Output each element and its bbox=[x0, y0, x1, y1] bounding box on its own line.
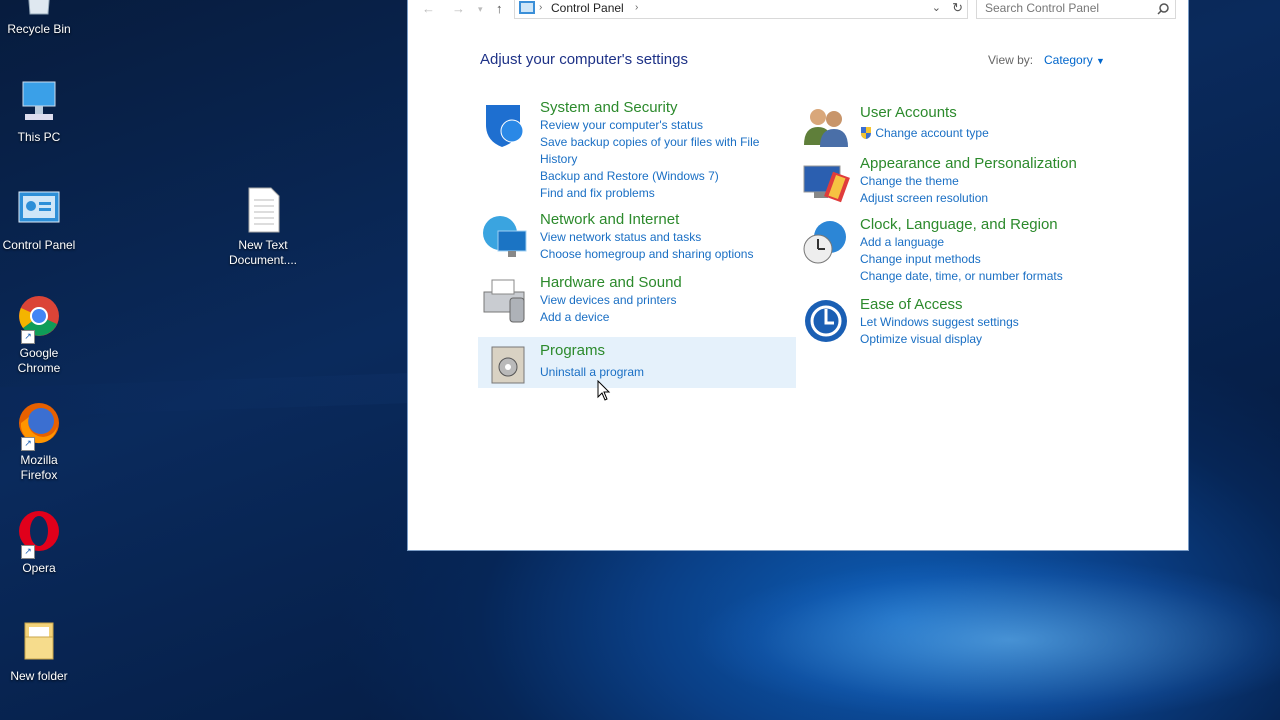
recycle-bin-icon bbox=[15, 0, 63, 18]
breadcrumb-chevron-icon[interactable]: › bbox=[635, 2, 638, 13]
desktop-icon-control-panel[interactable]: Control Panel bbox=[1, 186, 77, 253]
view-by-dropdown[interactable]: Category ▼ bbox=[1044, 53, 1105, 67]
category-title[interactable]: Appearance and Personalization bbox=[860, 154, 1120, 173]
desktop-icon-label: Mozilla Firefox bbox=[20, 453, 58, 482]
category-link[interactable]: Change input methods bbox=[860, 251, 1120, 268]
programs-icon bbox=[488, 341, 536, 389]
uac-shield-icon bbox=[861, 127, 871, 139]
view-by-value: Category bbox=[1044, 53, 1093, 67]
shortcut-arrow-icon: ↗ bbox=[21, 437, 35, 451]
category-link[interactable]: View network status and tasks bbox=[540, 229, 790, 246]
chevron-down-icon: ▼ bbox=[1096, 56, 1105, 66]
desktop-icon-label: Google Chrome bbox=[17, 346, 61, 375]
control-panel-small-icon bbox=[519, 1, 535, 14]
recent-locations-chevron-icon[interactable]: ▾ bbox=[478, 4, 483, 15]
opera-icon: ↗ bbox=[15, 509, 63, 559]
search-icon[interactable] bbox=[1157, 3, 1169, 15]
category-link[interactable]: Add a device bbox=[540, 309, 780, 326]
category-title[interactable]: Clock, Language, and Region bbox=[860, 215, 1120, 234]
category-title[interactable]: System and Security bbox=[540, 98, 780, 117]
firefox-icon: ↗ bbox=[15, 401, 63, 451]
desktop-icon-this-pc[interactable]: This PC bbox=[1, 78, 77, 145]
desktop-icon-label: Recycle Bin bbox=[7, 22, 71, 36]
view-by-label: View by: bbox=[988, 53, 1034, 67]
desktop-icon-new-text-document[interactable]: New Text Document.... bbox=[225, 186, 301, 268]
computer-icon bbox=[15, 78, 63, 126]
forward-arrow-icon[interactable]: → bbox=[452, 1, 465, 16]
category-link[interactable]: Add a language bbox=[860, 234, 1120, 251]
breadcrumb[interactable]: › Control Panel › ⌄ ↻ bbox=[514, 0, 968, 19]
category-link[interactable]: Change account type bbox=[875, 126, 988, 140]
category-link[interactable]: Save backup copies of your files with Fi… bbox=[540, 134, 770, 168]
category-title[interactable]: User Accounts bbox=[860, 103, 1120, 122]
back-arrow-icon[interactable]: ← bbox=[422, 1, 435, 16]
category-link[interactable]: Backup and Restore (Windows 7) bbox=[540, 168, 780, 185]
category-link[interactable]: Uninstall a program bbox=[540, 364, 780, 381]
text-document-icon bbox=[239, 186, 287, 234]
desktop-icon-label: New folder bbox=[10, 669, 68, 683]
chrome-icon: ↗ bbox=[15, 294, 63, 344]
search-input[interactable]: Search Control Panel bbox=[976, 0, 1176, 19]
control-panel-window: ← → ▾ ↑ › Control Panel › ⌄ ↻ Search Con… bbox=[407, 0, 1189, 551]
page-title: Adjust your computer's settings bbox=[480, 51, 688, 68]
category-link[interactable]: Adjust screen resolution bbox=[860, 190, 1120, 207]
category-link[interactable]: View devices and printers bbox=[540, 292, 780, 309]
category-title[interactable]: Network and Internet bbox=[540, 210, 790, 229]
up-arrow-icon[interactable]: ↑ bbox=[496, 1, 503, 16]
ease-of-access-icon bbox=[802, 299, 850, 347]
search-placeholder: Search Control Panel bbox=[985, 1, 1100, 15]
category-link[interactable]: Find and fix problems bbox=[540, 185, 780, 202]
desktop-icon-label: New Text Document.... bbox=[228, 238, 298, 267]
desktop-icon-opera[interactable]: ↗ Opera bbox=[1, 509, 77, 576]
address-bar: ← → ▾ ↑ › Control Panel › ⌄ ↻ Search Con… bbox=[408, 0, 1188, 21]
shortcut-arrow-icon: ↗ bbox=[21, 545, 35, 559]
clock-globe-icon bbox=[802, 219, 850, 267]
control-panel-icon bbox=[15, 186, 63, 234]
folder-icon bbox=[15, 617, 63, 665]
monitor-paint-icon bbox=[802, 162, 850, 210]
shield-icon bbox=[480, 101, 528, 149]
desktop-icon-label: Control Panel bbox=[2, 238, 76, 252]
category-link[interactable]: Let Windows suggest settings bbox=[860, 314, 1120, 331]
category-title[interactable]: Hardware and Sound bbox=[540, 273, 780, 292]
address-dropdown-icon[interactable]: ⌄ bbox=[932, 1, 941, 14]
network-globe-icon bbox=[480, 213, 528, 261]
desktop-icon-new-folder[interactable]: New folder bbox=[1, 617, 77, 684]
category-title[interactable]: Programs bbox=[540, 341, 780, 360]
breadcrumb-separator-icon: › bbox=[539, 2, 543, 13]
category-link[interactable]: Change date, time, or number formats bbox=[860, 268, 1120, 285]
printer-icon bbox=[480, 276, 528, 324]
refresh-icon[interactable]: ↻ bbox=[952, 0, 963, 16]
category-link[interactable]: Choose homegroup and sharing options bbox=[540, 246, 790, 263]
mouse-pointer-icon bbox=[597, 380, 611, 401]
desktop-icon-google-chrome[interactable]: ↗ Google Chrome bbox=[1, 294, 77, 376]
breadcrumb-item[interactable]: Control Panel bbox=[551, 1, 624, 15]
desktop-icon-label: This PC bbox=[17, 130, 61, 144]
category-link-with-shield[interactable]: Change account type bbox=[860, 125, 1120, 142]
category-title[interactable]: Ease of Access bbox=[860, 295, 1120, 314]
desktop-icon-mozilla-firefox[interactable]: ↗ Mozilla Firefox bbox=[1, 401, 77, 483]
users-icon bbox=[802, 103, 850, 151]
desktop-icon-recycle-bin[interactable]: Recycle Bin bbox=[1, 0, 77, 37]
category-link[interactable]: Optimize visual display bbox=[860, 331, 1120, 348]
category-link[interactable]: Review your computer's status bbox=[540, 117, 780, 134]
shortcut-arrow-icon: ↗ bbox=[21, 330, 35, 344]
desktop-icon-label: Opera bbox=[22, 561, 56, 575]
category-link[interactable]: Change the theme bbox=[860, 173, 1120, 190]
